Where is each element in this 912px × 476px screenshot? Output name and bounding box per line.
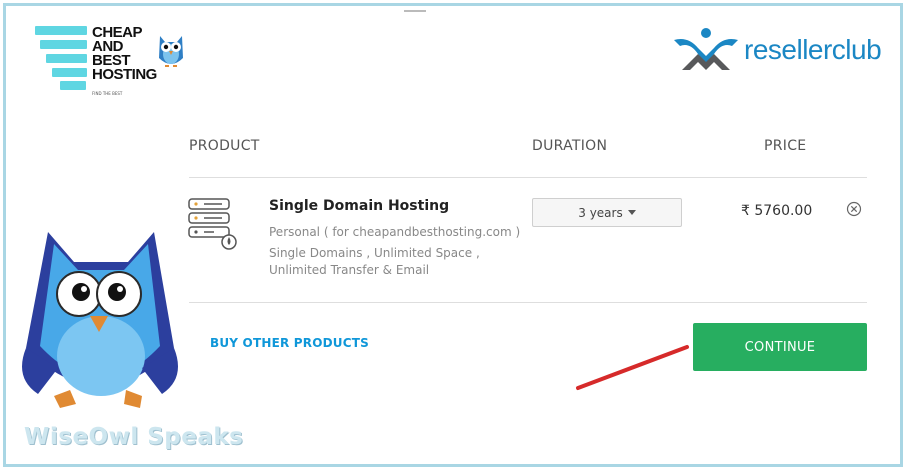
item-price: ₹ 5760.00 [741, 203, 813, 219]
continue-button[interactable]: CONTINUE [693, 323, 867, 371]
caret-down-icon [627, 210, 636, 215]
owl-logo-icon [159, 36, 183, 67]
top-notch [404, 10, 426, 12]
logo-tagline: FIND THE BEST [92, 91, 123, 96]
product-plan: Personal ( for cheapandbesthosting.com ) [269, 225, 521, 239]
header-duration: DURATION [532, 138, 608, 154]
duration-value: 3 years [578, 205, 623, 220]
product-name: Single Domain Hosting [269, 198, 450, 214]
logo-bar [60, 81, 86, 90]
close-circle-icon[interactable] [846, 201, 862, 217]
logo-bar [40, 40, 87, 49]
header-price: PRICE [764, 138, 807, 154]
resellerclub-mark-icon [674, 28, 738, 70]
resellerclub-logo: resellerclub [668, 26, 888, 76]
annotation-arrow [576, 345, 689, 390]
logo-bar [35, 26, 87, 35]
resellerclub-wordmark: resellerclub [744, 34, 882, 65]
server-icon [188, 198, 237, 250]
header-product: PRODUCT [189, 138, 260, 154]
product-description: Single Domains , Unlimited Space , Unlim… [269, 246, 480, 277]
logo-bar [52, 68, 87, 77]
logo-wordmark: CHEAP AND BEST HOSTING [92, 24, 157, 83]
buy-other-products-link[interactable]: BUY OTHER PRODUCTS [210, 336, 369, 350]
divider [189, 302, 867, 303]
divider [189, 177, 867, 178]
cheapandbest-logo: CHEAP AND BEST HOSTING FIND THE BEST [30, 20, 200, 100]
owl-mascot-icon [22, 232, 178, 408]
duration-select[interactable]: 3 years [532, 198, 682, 227]
logo-bar [46, 54, 87, 63]
watermark-text: WiseOwl Speaks [24, 424, 244, 450]
